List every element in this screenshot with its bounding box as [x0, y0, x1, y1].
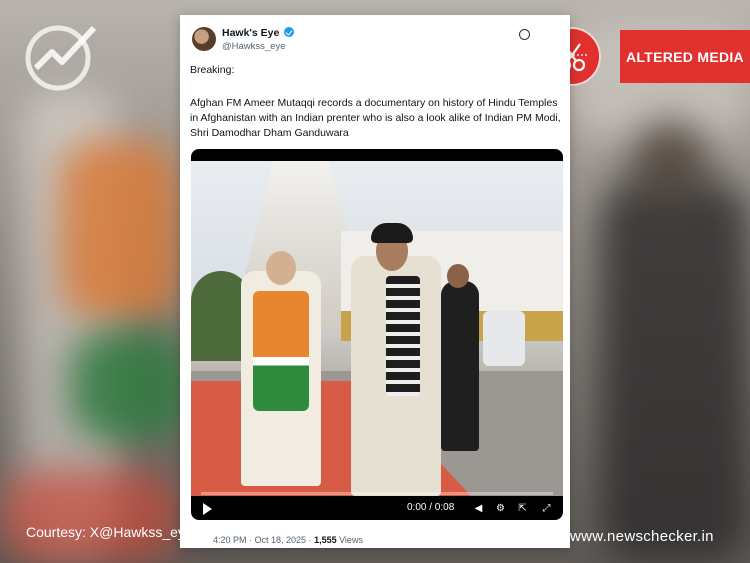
- video-progress-bar[interactable]: [201, 492, 553, 495]
- video-frame: [191, 161, 563, 496]
- grok-icon[interactable]: [519, 29, 530, 40]
- altered-media-label: ALTERED MEDIA: [620, 30, 750, 83]
- share-icon[interactable]: ⇱: [517, 503, 528, 514]
- verified-badge-icon: [284, 27, 295, 37]
- tweet-header: Hawk's Eye @Hawkss_eye: [192, 27, 560, 67]
- views-label: Views: [336, 535, 363, 545]
- views-count: 1,555: [314, 535, 337, 545]
- video-player[interactable]: 0:00 / 0:08 ◀ ⚙ ⇱ ⤢: [191, 149, 563, 520]
- play-icon[interactable]: [203, 503, 212, 515]
- courtesy-caption: Courtesy: X@Hawkss_eye: [26, 524, 193, 540]
- video-controls: 0:00 / 0:08 ◀ ⚙ ⇱ ⤢: [191, 498, 563, 520]
- tweet-meta: 4:20 PM · Oct 18, 2025 · 1,555 Views: [213, 535, 363, 545]
- video-time: 0:00 / 0:08: [407, 502, 455, 513]
- tweet-text-breaking: Breaking:: [190, 64, 235, 76]
- settings-icon[interactable]: ⚙: [495, 503, 506, 514]
- tweet-timestamp[interactable]: 4:20 PM · Oct 18, 2025 ·: [213, 535, 314, 545]
- user-handle[interactable]: @Hawkss_eye: [222, 41, 286, 52]
- volume-icon[interactable]: ◀: [473, 503, 484, 514]
- site-watermark: www.newschecker.in: [570, 528, 714, 545]
- avatar[interactable]: [192, 27, 216, 51]
- fullscreen-icon[interactable]: ⤢: [541, 503, 552, 514]
- display-name-row[interactable]: Hawk's Eye: [222, 27, 295, 39]
- tweet-card: Hawk's Eye @Hawkss_eye Breaking: Afghan …: [180, 15, 570, 548]
- tweet-text-body: Afghan FM Ameer Mutaqqi records a docume…: [190, 97, 561, 139]
- newschecker-logo-icon: [25, 25, 97, 91]
- display-name[interactable]: Hawk's Eye: [222, 27, 279, 39]
